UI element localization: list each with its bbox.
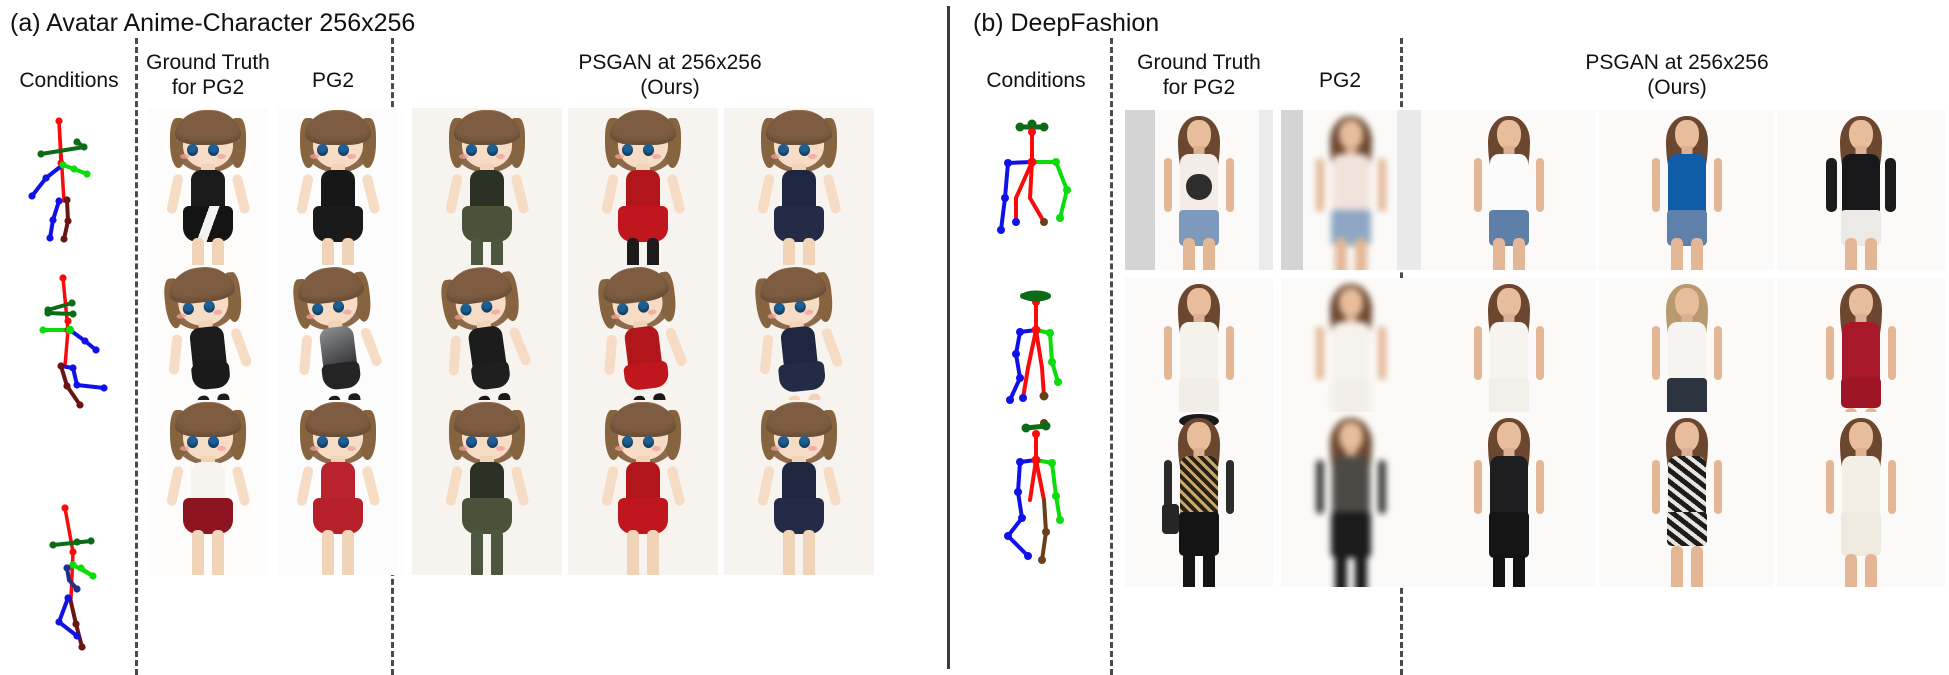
cell-pg2-a-r3	[278, 400, 398, 575]
pose-skeleton-fashion-row3	[1004, 421, 1064, 564]
figure-root: (a) Avatar Anime-Character 256x256 Condi…	[0, 0, 1949, 675]
cell-psgan-b-r3-c3	[1777, 412, 1945, 587]
gray-pad-right	[1259, 110, 1273, 270]
gray-pad-right	[1397, 110, 1421, 270]
cell-psgan-b-r1-c2	[1599, 110, 1774, 270]
panel-avatar-anime: (a) Avatar Anime-Character 256x256 Condi…	[0, 0, 949, 675]
cell-pg2-a-r1	[278, 108, 398, 268]
photo-person-psgan-b-r1-c2	[1644, 110, 1730, 270]
gray-pad-left	[1125, 110, 1155, 270]
avatar-image-psgan-a-r1-c2	[587, 108, 699, 268]
column-header-line1: Ground Truth	[146, 51, 270, 74]
cell-groundtruth-a-r1	[148, 108, 268, 268]
cell-conditions-b-r1	[963, 110, 1103, 270]
column-header-pg2-a: PG2	[278, 68, 388, 93]
cell-psgan-b-r1-c3	[1777, 110, 1945, 270]
cell-conditions-a-r2	[12, 268, 127, 433]
column-header-label: Conditions	[19, 69, 119, 92]
cell-groundtruth-a-r3	[148, 400, 268, 575]
cell-psgan-a-r3-c1	[412, 400, 562, 575]
cell-groundtruth-b-r3	[1125, 412, 1273, 587]
photo-person-psgan-b-r1-c1	[1466, 110, 1552, 270]
column-header-line2: for PG2	[171, 76, 245, 99]
cell-pg2-b-r1	[1281, 110, 1421, 270]
avatar-image-psgan-a-r3-c1	[431, 400, 543, 575]
photo-person-gt-b-r3	[1156, 412, 1242, 587]
photo-person-psgan-b-r1-c3	[1818, 110, 1904, 270]
pose-skeleton-fashion-row1	[997, 119, 1071, 234]
avatar-image-psgan-a-r1-c3	[743, 108, 855, 268]
column-header-line2: for PG2	[1162, 76, 1236, 99]
gray-pad-left	[1281, 110, 1303, 270]
photo-person-psgan-b-r3-c1	[1466, 412, 1552, 587]
photo-person-psgan-b-r3-c3	[1818, 412, 1904, 587]
panel-b-title: (b) DeepFashion	[973, 9, 1160, 37]
column-header-pg2-b: PG2	[1284, 68, 1396, 93]
avatar-image-pg2-a-r3	[282, 400, 394, 575]
cell-psgan-a-r1-c3	[724, 108, 874, 268]
cell-psgan-b-r1-c1	[1421, 110, 1596, 270]
column-header-line2: (Ours)	[1647, 76, 1707, 99]
column-header-label: PG2	[311, 69, 355, 92]
photo-person-psgan-b-r3-c2	[1644, 412, 1730, 587]
panel-deepfashion: (b) DeepFashion Conditions Ground Truth …	[949, 0, 1949, 675]
column-header-line2: (Ours)	[640, 76, 700, 99]
avatar-image-pg2-a-r1	[282, 108, 394, 268]
column-header-label: Conditions	[986, 69, 1086, 92]
cell-psgan-a-r1-c1	[412, 108, 562, 268]
photo-person-gt-b-r1	[1156, 110, 1242, 270]
column-header-conditions-b: Conditions	[971, 68, 1101, 93]
column-header-line1: Ground Truth	[1137, 51, 1261, 74]
pose-skeleton-anime-row1	[27, 117, 91, 243]
cell-conditions-b-r3	[963, 408, 1103, 588]
column-header-groundtruth-a: Ground Truth for PG2	[143, 50, 273, 100]
column-header-psgan-a: PSGAN at 256x256 (Ours)	[400, 50, 940, 100]
photo-person-pg2-b-r1	[1308, 110, 1394, 270]
column-header-line1: PSGAN at 256x256	[578, 51, 762, 74]
column-header-psgan-b: PSGAN at 256x256 (Ours)	[1409, 50, 1945, 100]
avatar-image-psgan-a-r3-c2	[587, 400, 699, 575]
pose-skeleton-anime-row2	[38, 274, 108, 409]
divider-dashed-b-1	[1110, 38, 1113, 675]
cell-psgan-a-r3-c2	[568, 400, 718, 575]
column-header-line1: PSGAN at 256x256	[1585, 51, 1769, 74]
cell-psgan-b-r3-c1	[1421, 412, 1596, 587]
column-header-label: PG2	[1318, 69, 1362, 92]
panel-a-title: (a) Avatar Anime-Character 256x256	[10, 9, 416, 37]
divider-dashed-a-1	[135, 38, 138, 675]
pose-skeleton-anime-row3	[48, 504, 97, 651]
cell-psgan-a-r1-c2	[568, 108, 718, 268]
cell-conditions-a-r3	[12, 500, 127, 665]
cell-psgan-b-r3-c2	[1599, 412, 1774, 587]
column-header-groundtruth-b: Ground Truth for PG2	[1119, 50, 1279, 100]
avatar-image-gt-a-r1	[152, 108, 264, 268]
cell-groundtruth-b-r1	[1125, 110, 1273, 270]
column-header-conditions-a: Conditions	[8, 68, 130, 93]
avatar-image-psgan-a-r3-c3	[743, 400, 855, 575]
avatar-image-psgan-a-r1-c1	[431, 108, 543, 268]
cell-psgan-a-r3-c3	[724, 400, 874, 575]
cell-pg2-b-r3	[1281, 412, 1421, 587]
avatar-image-gt-a-r3	[152, 400, 264, 575]
photo-person-pg2-b-r3	[1308, 412, 1394, 587]
cell-conditions-a-r1	[12, 108, 127, 273]
